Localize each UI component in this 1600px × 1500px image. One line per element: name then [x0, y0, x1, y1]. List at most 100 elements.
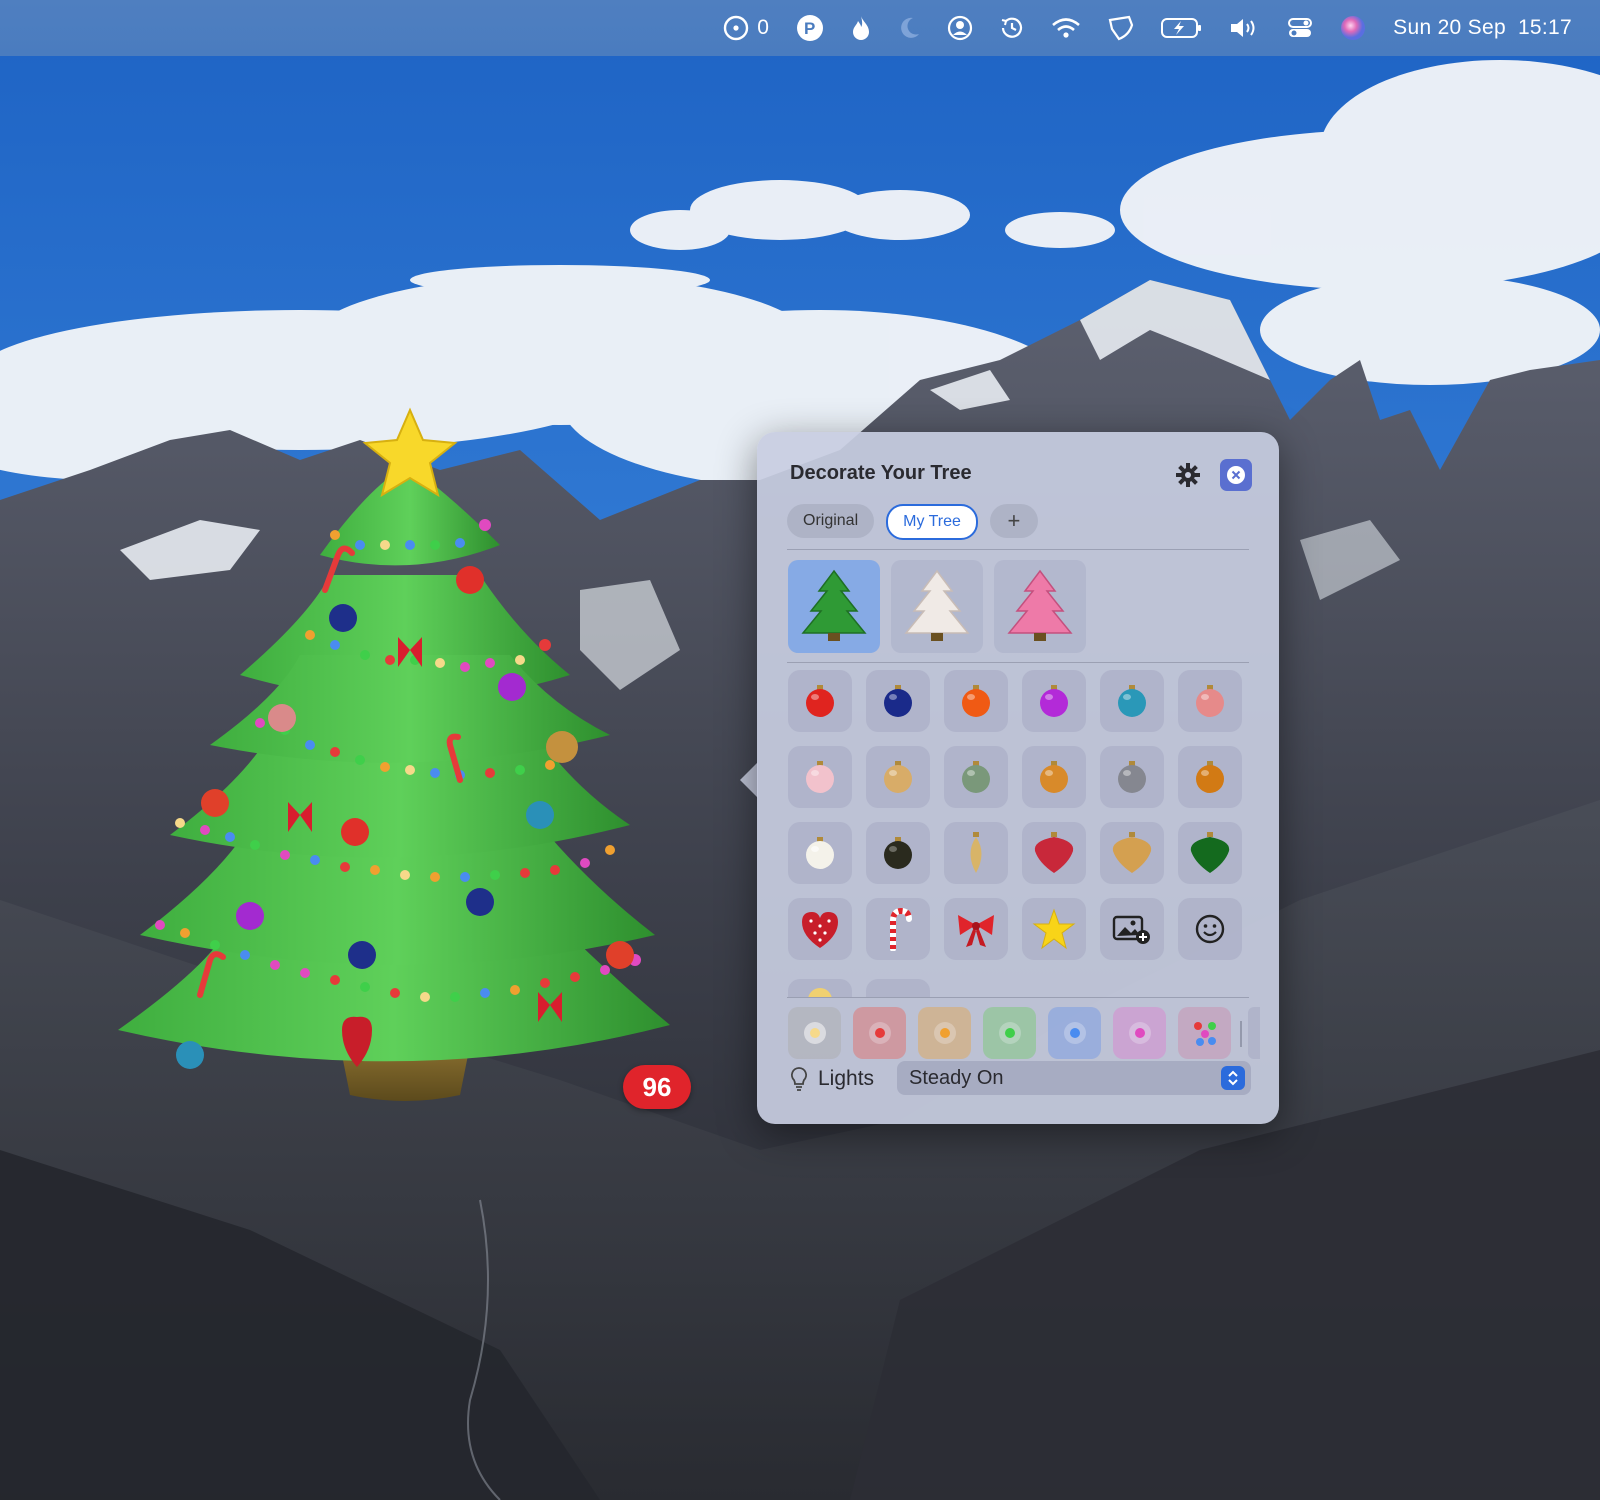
panel-title: Decorate Your Tree — [790, 462, 972, 484]
user-circle-icon — [948, 15, 973, 41]
gold-star-icon — [1032, 908, 1076, 950]
ornament-grid-overflow[interactable] — [788, 979, 1250, 997]
add-tab-button[interactable]: + — [989, 504, 1038, 538]
sage-ball-icon — [962, 761, 990, 793]
shield-icon — [1108, 15, 1134, 41]
lights-label: Lights — [818, 1067, 875, 1090]
pink-ball-icon — [806, 761, 834, 793]
timer-status-item[interactable]: 0 — [723, 8, 769, 48]
ornament-orange-ball[interactable] — [944, 670, 1008, 732]
ornament-polka-heart[interactable] — [788, 898, 852, 960]
ornament-gold-star[interactable] — [1022, 898, 1086, 960]
shield-status-item[interactable] — [1107, 8, 1135, 48]
battery-status-item[interactable] — [1161, 8, 1203, 48]
menu-date: Sun 20 Sep — [1393, 16, 1506, 39]
add-emoji-button[interactable] — [1178, 898, 1242, 960]
close-icon — [1227, 466, 1245, 484]
gray-ball-icon — [1118, 761, 1146, 793]
ornament-red-ball[interactable] — [788, 670, 852, 732]
light-pink[interactable] — [1113, 1007, 1166, 1059]
ornament-gold-heart-drop[interactable] — [1100, 822, 1164, 884]
light-orange[interactable] — [918, 1007, 971, 1059]
christmas-tree-widget[interactable] — [110, 405, 690, 1125]
polka-heart-icon — [802, 912, 838, 948]
ornament-teal-ball[interactable] — [1100, 670, 1164, 732]
light-multicolor[interactable] — [1178, 1007, 1231, 1059]
menu-bar: 0 P Sun 20 Sep 15:17 — [0, 0, 1600, 56]
ornament-white-ball[interactable] — [788, 822, 852, 884]
lights-mode-value: Steady On — [909, 1066, 1004, 1089]
ornament-amber-ball[interactable] — [1022, 746, 1086, 808]
light-blue[interactable] — [1048, 1007, 1101, 1059]
ornament-purple-ball[interactable] — [1022, 670, 1086, 732]
blue-light-icon — [1063, 1022, 1086, 1044]
amber-ball-icon — [1040, 761, 1068, 793]
red-bow-icon — [958, 915, 994, 947]
warm-white-light-icon — [803, 1022, 826, 1044]
copper-ball-icon — [1196, 761, 1224, 793]
ornament-sage-ball[interactable] — [944, 746, 1008, 808]
red-ball-icon — [806, 685, 834, 717]
select-chevron — [1221, 1066, 1245, 1090]
ornament-gold-drop[interactable] — [944, 822, 1008, 884]
wifi-icon — [1052, 18, 1081, 38]
light-red[interactable] — [853, 1007, 906, 1059]
timer-count: 0 — [757, 16, 770, 39]
ornament-red-heart-drop[interactable] — [1022, 822, 1086, 884]
ornament-tan-ball[interactable] — [866, 746, 930, 808]
volume-status-item[interactable] — [1229, 8, 1261, 48]
divider — [787, 549, 1249, 550]
time-machine-status-item[interactable] — [999, 8, 1025, 48]
white-ball-icon — [806, 837, 834, 869]
ornament-gray-ball[interactable] — [1100, 746, 1164, 808]
flame-status-item[interactable] — [851, 8, 871, 48]
pink-tree-icon — [1007, 569, 1073, 641]
pink-light-icon — [1128, 1022, 1151, 1044]
add-photo-icon — [1112, 915, 1150, 944]
teal-ball-icon — [1118, 685, 1146, 717]
tab-my-tree[interactable]: My Tree — [886, 504, 978, 540]
battery-charging-icon — [1161, 18, 1202, 38]
ornament-navy-ball[interactable] — [866, 670, 930, 732]
close-button[interactable] — [1220, 459, 1252, 491]
decorate-tree-panel: Decorate Your Tree Original My Tree + Li… — [757, 432, 1279, 1124]
tree-style-green[interactable] — [788, 560, 880, 653]
p-app-icon: P — [797, 15, 824, 41]
red-light-icon — [868, 1022, 891, 1044]
menu-clock[interactable]: Sun 20 Sep 15:17 — [1393, 16, 1572, 40]
ornament-pink-ball[interactable] — [788, 746, 852, 808]
settings-button[interactable] — [1173, 460, 1203, 490]
gear-icon — [1176, 463, 1200, 487]
tab-original[interactable]: Original — [787, 504, 875, 538]
add-photo-button[interactable] — [1100, 898, 1164, 960]
light-green[interactable] — [983, 1007, 1036, 1059]
ornament-green-heart-drop[interactable] — [1178, 822, 1242, 884]
emoji-icon — [1195, 914, 1225, 944]
divider — [787, 662, 1249, 663]
light-row-overflow[interactable] — [1248, 1007, 1260, 1059]
ornament-copper-ball[interactable] — [1178, 746, 1242, 808]
siri-status-item[interactable] — [1339, 8, 1367, 48]
ornament-red-bow[interactable] — [944, 898, 1008, 960]
navy-ball-icon — [884, 685, 912, 717]
multicolor-light-icon — [1193, 1022, 1216, 1046]
green-heart-drop-icon — [1190, 832, 1230, 873]
wifi-status-item[interactable] — [1051, 8, 1081, 48]
clock-timer-icon — [723, 15, 749, 41]
light-warm-white[interactable] — [788, 1007, 841, 1059]
ornament-black-ball[interactable] — [866, 822, 930, 884]
ornament-candy-cane[interactable] — [866, 898, 930, 960]
lights-mode-select[interactable]: Steady On — [897, 1061, 1251, 1095]
moon-icon — [901, 17, 920, 38]
p-app-status-item[interactable]: P — [795, 8, 825, 48]
tan-ball-icon — [884, 761, 912, 793]
control-center-status-item[interactable] — [1287, 8, 1313, 48]
user-status-item[interactable] — [947, 8, 973, 48]
focus-status-item[interactable] — [897, 8, 921, 48]
volume-icon — [1231, 19, 1255, 37]
red-heart-drop-icon — [1034, 832, 1074, 873]
tree-style-pink[interactable] — [994, 560, 1086, 653]
divider — [787, 997, 1249, 998]
tree-style-white[interactable] — [891, 560, 983, 653]
ornament-rose-ball[interactable] — [1178, 670, 1242, 732]
